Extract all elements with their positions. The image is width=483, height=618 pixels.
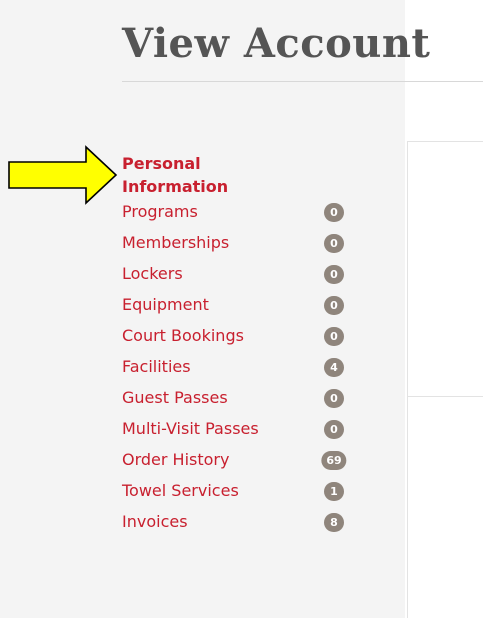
page-title: View Account xyxy=(122,20,431,67)
count-badge: 8 xyxy=(324,513,344,532)
sidebar-item-label: Towel Services xyxy=(122,481,239,500)
sidebar-item-lockers[interactable]: Lockers 0 xyxy=(122,262,372,293)
count-badge: 1 xyxy=(324,482,344,501)
count-badge: 4 xyxy=(324,358,344,377)
content-divider xyxy=(408,396,483,397)
count-badge: 0 xyxy=(324,296,344,315)
sidebar-item-order-history[interactable]: Order History 69 xyxy=(122,448,372,479)
sidebar-item-label: Personal xyxy=(122,154,201,173)
sidebar-item-personal-information[interactable]: Personal Information xyxy=(122,152,372,200)
count-badge: 0 xyxy=(324,327,344,346)
sidebar-item-label: Facilities xyxy=(122,357,191,376)
sidebar-item-label: Lockers xyxy=(122,264,183,283)
sidebar-item-towel-services[interactable]: Towel Services 1 xyxy=(122,479,372,510)
sidebar-item-label: Programs xyxy=(122,202,198,221)
page: View Account Personal Information Progra… xyxy=(0,0,483,618)
count-badge: 0 xyxy=(324,389,344,408)
account-nav: Personal Information Programs 0 Membersh… xyxy=(122,152,372,541)
sidebar-item-memberships[interactable]: Memberships 0 xyxy=(122,231,372,262)
sidebar-item-court-bookings[interactable]: Court Bookings 0 xyxy=(122,324,372,355)
sidebar-item-label: Memberships xyxy=(122,233,230,252)
sidebar-item-label: Information xyxy=(122,177,229,196)
sidebar-item-equipment[interactable]: Equipment 0 xyxy=(122,293,372,324)
count-badge: 0 xyxy=(324,203,344,222)
sidebar-item-label: Guest Passes xyxy=(122,388,228,407)
sidebar-item-guest-passes[interactable]: Guest Passes 0 xyxy=(122,386,372,417)
arrow-right-icon xyxy=(8,145,118,205)
count-badge: 0 xyxy=(324,234,344,253)
sidebar-item-label: Multi-Visit Passes xyxy=(122,419,259,438)
sidebar-item-facilities[interactable]: Facilities 4 xyxy=(122,355,372,386)
count-badge: 0 xyxy=(324,265,344,284)
sidebar-item-label: Invoices xyxy=(122,512,188,531)
sidebar-item-label: Court Bookings xyxy=(122,326,244,345)
sidebar-item-multi-visit-passes[interactable]: Multi-Visit Passes 0 xyxy=(122,417,372,448)
count-badge: 0 xyxy=(324,420,344,439)
count-badge: 69 xyxy=(321,451,347,470)
sidebar-item-programs[interactable]: Programs 0 xyxy=(122,200,372,231)
sidebar-item-label: Equipment xyxy=(122,295,209,314)
sidebar-item-invoices[interactable]: Invoices 8 xyxy=(122,510,372,541)
content-panel xyxy=(407,141,483,618)
sidebar-item-label: Order History xyxy=(122,450,230,469)
title-divider xyxy=(122,81,483,82)
